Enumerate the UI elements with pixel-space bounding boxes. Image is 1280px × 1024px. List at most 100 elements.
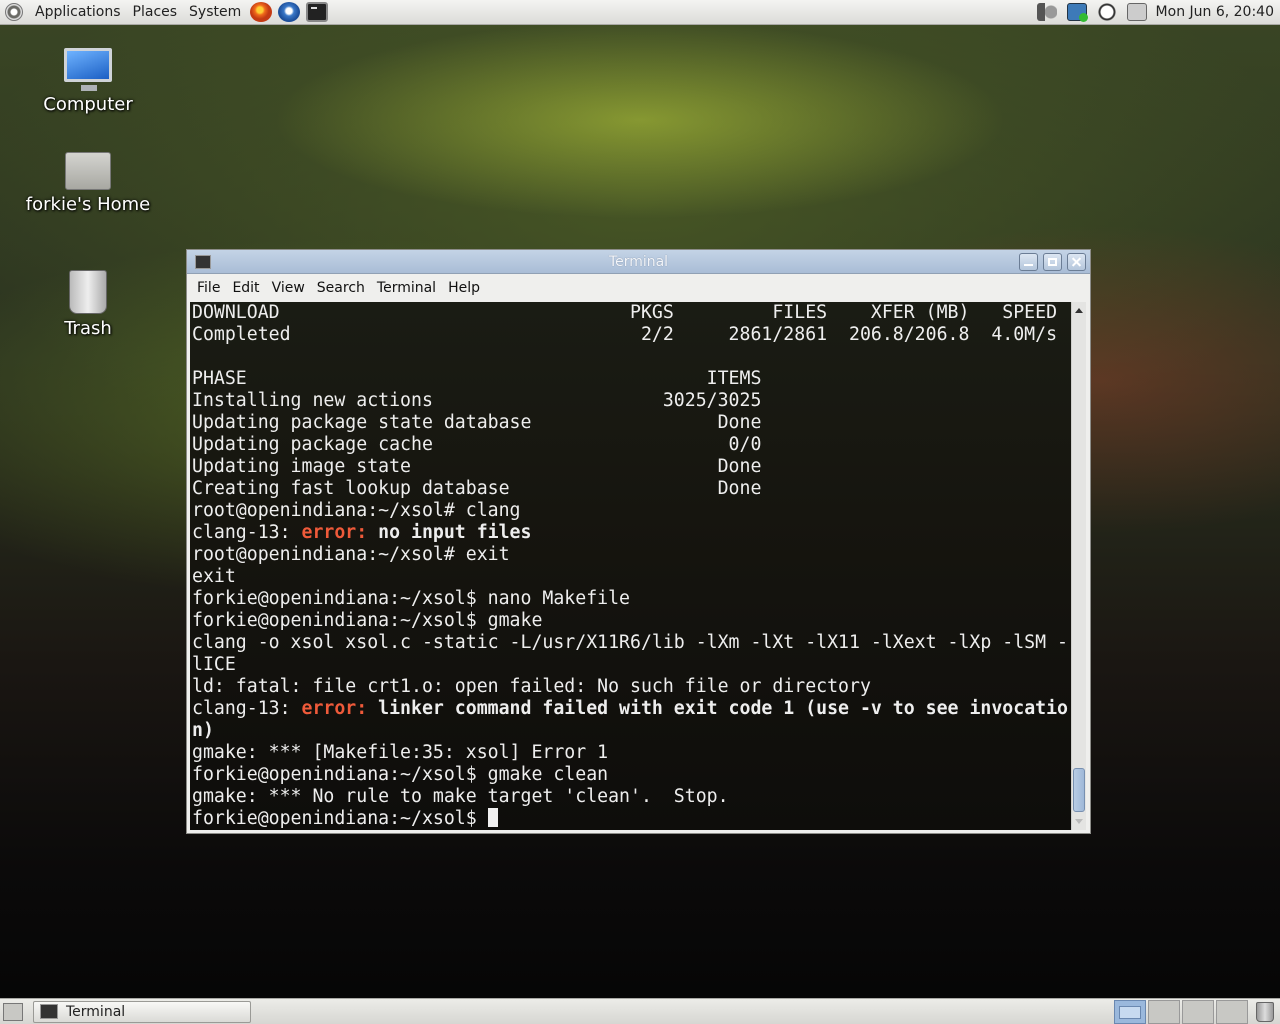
thunderbird-icon[interactable]: [278, 2, 301, 22]
terminal-segment: n): [192, 720, 214, 741]
terminal-line: Creating fast lookup database Done: [192, 478, 761, 499]
terminal-line: DOWNLOAD PKGS FILES XFER (MB) SPEED: [192, 302, 1057, 323]
terminal-segment: clang-13:: [192, 522, 302, 543]
terminal-segment: PHASE ITEMS: [192, 368, 762, 389]
workspace-switcher: [1112, 999, 1248, 1024]
error-label: error:: [301, 698, 379, 719]
home-folder-icon: [65, 152, 111, 190]
terminal-line: forkie@openindiana:~/xsol$ nano Makefile: [192, 588, 630, 609]
window-title: Terminal: [608, 253, 669, 270]
terminal-line: clang-13: error: linker command failed w…: [192, 698, 1068, 719]
terminal-line: exit: [192, 566, 236, 587]
top-panel: Applications Places System Mon Jun 6, 20…: [0, 0, 1280, 25]
clock[interactable]: Mon Jun 6, 20:40: [1152, 4, 1280, 20]
places-menu[interactable]: Places: [127, 0, 184, 25]
desktop-icon-home[interactable]: forkie's Home: [8, 152, 168, 215]
bottom-panel: Terminal: [0, 998, 1280, 1024]
terminal-line: forkie@openindiana:~/xsol$: [192, 808, 498, 829]
error-label: error:: [301, 522, 379, 543]
computer-icon: [64, 48, 112, 91]
network-icon[interactable]: [1066, 3, 1088, 22]
menu-file[interactable]: File: [191, 280, 226, 296]
workspace-1[interactable]: [1114, 999, 1146, 1024]
terminal-line: Updating package state database Done: [192, 412, 761, 433]
terminal-segment: Creating fast lookup database Done: [192, 478, 762, 499]
maximize-button[interactable]: [1043, 252, 1062, 271]
scroll-down-arrow-icon[interactable]: [1072, 814, 1086, 828]
terminal-task-icon: [40, 1004, 58, 1019]
menu-view[interactable]: View: [266, 280, 311, 296]
workspace-2[interactable]: [1148, 999, 1180, 1024]
terminal-segment: DOWNLOAD PKGS FILES XFER (MB) SPEED: [192, 302, 1058, 323]
openindiana-logo-icon[interactable]: [5, 3, 23, 21]
system-tray: Mon Jun 6, 20:40: [1032, 0, 1280, 25]
applications-menu[interactable]: Applications: [29, 0, 127, 25]
menu-search[interactable]: Search: [311, 280, 371, 296]
terminal-menu-bar: File Edit View Search Terminal Help: [187, 274, 1090, 301]
window-icon[interactable]: [1126, 3, 1147, 21]
desktop-icon-trash[interactable]: Trash: [8, 270, 168, 339]
terminal-line: PHASE ITEMS: [192, 368, 761, 389]
task-label: Terminal: [66, 1003, 126, 1020]
terminal-launcher-icon[interactable]: [306, 2, 329, 22]
terminal-line: Installing new actions 3025/3025: [192, 390, 761, 411]
show-desktop-icon[interactable]: [3, 1002, 23, 1021]
terminal-window: Terminal File Edit View Search Terminal …: [186, 249, 1091, 834]
terminal-segment: Updating image state Done: [192, 456, 762, 477]
terminal-line: root@openindiana:~/xsol# exit: [192, 544, 510, 565]
desktop-icon-computer[interactable]: Computer: [8, 48, 168, 115]
terminal-segment: clang -o xsol xsol.c -static -L/usr/X11R…: [192, 632, 1068, 653]
desktop-icon-label: forkie's Home: [25, 194, 151, 215]
trash-applet-icon[interactable]: [1256, 1001, 1274, 1022]
terminal-segment: gmake: *** No rule to make target 'clean…: [192, 786, 729, 807]
terminal-line: gmake: *** No rule to make target 'clean…: [192, 786, 729, 807]
terminal-line: gmake: *** [Makefile:35: xsol] Error 1: [192, 742, 608, 763]
terminal-segment: linker command failed with exit code 1 (…: [378, 698, 1068, 719]
terminal-segment: lICE: [192, 654, 236, 675]
scroll-up-arrow-icon[interactable]: [1072, 304, 1086, 318]
close-button[interactable]: [1067, 252, 1086, 271]
terminal-segment: forkie@openindiana:~/xsol$ nano Makefile: [192, 588, 630, 609]
terminal-line: forkie@openindiana:~/xsol$ gmake clean: [192, 764, 608, 785]
window-title-bar[interactable]: Terminal: [187, 250, 1090, 274]
terminal-segment: clang-13:: [192, 698, 302, 719]
terminal-line: n): [192, 720, 214, 741]
volume-icon[interactable]: [1036, 3, 1057, 21]
firefox-icon[interactable]: [250, 2, 273, 22]
terminal-segment: gmake: *** [Makefile:35: xsol] Error 1: [192, 742, 609, 763]
menu-terminal[interactable]: Terminal: [371, 280, 442, 296]
scrollbar-thumb[interactable]: [1073, 768, 1085, 812]
terminal-line: Updating image state Done: [192, 456, 761, 477]
terminal-text: DOWNLOAD PKGS FILES XFER (MB) SPEED Comp…: [190, 302, 1072, 830]
desktop-icon-label: Trash: [64, 318, 112, 339]
terminal-segment: forkie@openindiana:~/xsol$ gmake: [192, 610, 543, 631]
terminal-segment: Updating package cache 0/0: [192, 434, 762, 455]
terminal-line: Completed 2/2 2861/2861 206.8/206.8 4.0M…: [192, 324, 1057, 345]
terminal-segment: root@openindiana:~/xsol# exit: [192, 544, 510, 565]
menu-help[interactable]: Help: [442, 280, 486, 296]
terminal-segment: no input files: [378, 522, 532, 543]
terminal-segment: forkie@openindiana:~/xsol$ gmake clean: [192, 764, 609, 785]
terminal-line: lICE: [192, 654, 236, 675]
terminal-cursor: [487, 808, 498, 827]
terminal-segment: ld: fatal: file crt1.o: open failed: No …: [192, 676, 871, 697]
terminal-line: forkie@openindiana:~/xsol$ gmake: [192, 610, 542, 631]
terminal-output[interactable]: DOWNLOAD PKGS FILES XFER (MB) SPEED Comp…: [190, 302, 1072, 830]
workspace-3[interactable]: [1182, 999, 1214, 1024]
menu-edit[interactable]: Edit: [226, 280, 265, 296]
window-controls: [1014, 252, 1086, 271]
terminal-segment: exit: [192, 566, 236, 587]
terminal-segment: forkie@openindiana:~/xsol$: [192, 808, 488, 829]
taskbar-terminal-button[interactable]: Terminal: [33, 1000, 251, 1023]
clock-applet-icon[interactable]: [1096, 3, 1117, 21]
terminal-line: clang-13: error: no input files: [192, 522, 531, 543]
main-menu-bar: Applications Places System: [0, 0, 331, 25]
terminal-line: ld: fatal: file crt1.o: open failed: No …: [192, 676, 871, 697]
minimize-button[interactable]: [1019, 252, 1038, 271]
terminal-scrollbar[interactable]: [1071, 302, 1086, 830]
terminal-segment: Installing new actions 3025/3025: [192, 390, 762, 411]
desktop-icon-label: Computer: [43, 94, 133, 115]
system-menu[interactable]: System: [183, 0, 247, 25]
workspace-4[interactable]: [1216, 999, 1248, 1024]
terminal-line: root@openindiana:~/xsol# clang: [192, 500, 521, 521]
